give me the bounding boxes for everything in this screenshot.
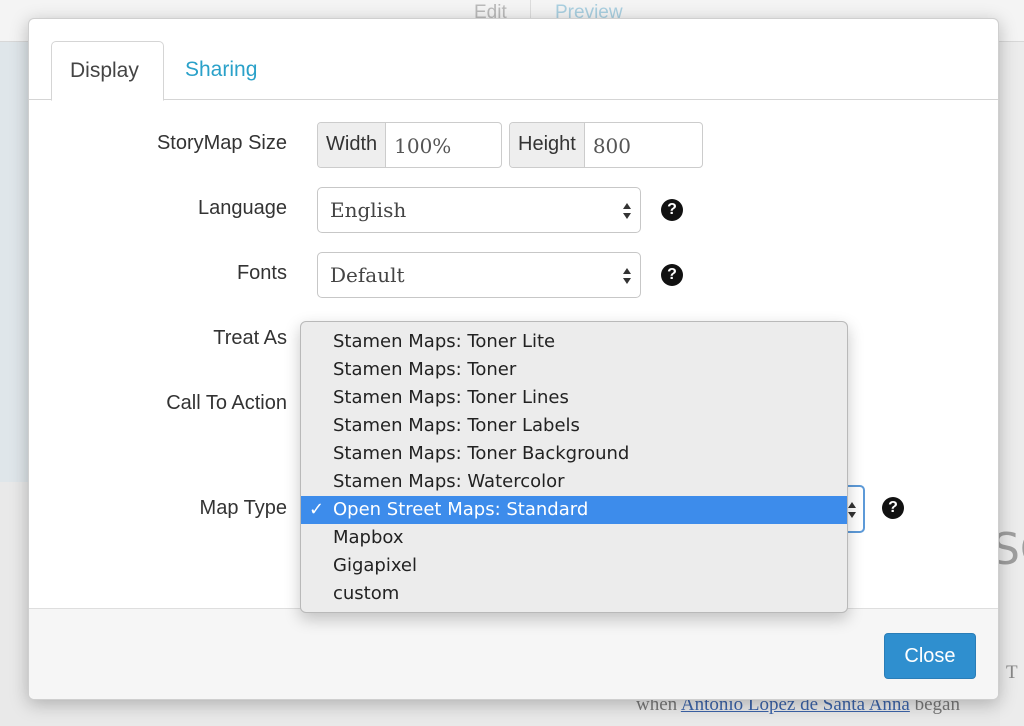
check-icon: ✓ bbox=[309, 499, 325, 520]
background-panel bbox=[1000, 42, 1024, 726]
fonts-label: Fonts bbox=[236, 262, 287, 284]
language-help-icon[interactable]: ? bbox=[661, 199, 683, 221]
option-label: Stamen Maps: Toner Lite bbox=[333, 331, 556, 352]
map-type-dropdown: Stamen Maps: Toner Lite Stamen Maps: Ton… bbox=[300, 321, 848, 613]
option-label: Stamen Maps: Toner Labels bbox=[333, 415, 580, 436]
option-label: Stamen Maps: Toner Background bbox=[333, 443, 630, 464]
map-type-option[interactable]: Stamen Maps: Toner bbox=[301, 356, 847, 384]
background-text-fragment: T bbox=[1006, 662, 1018, 683]
tab-sharing[interactable]: Sharing bbox=[167, 41, 275, 101]
storymap-size-label: StoryMap Size bbox=[156, 132, 287, 154]
height-input[interactable]: 800 bbox=[585, 123, 639, 167]
treat-as-label: Treat As bbox=[213, 327, 287, 349]
map-type-option[interactable]: Stamen Maps: Toner Lite bbox=[301, 328, 847, 356]
modal-tabs: Display Sharing bbox=[29, 19, 998, 101]
map-type-help-icon[interactable]: ? bbox=[882, 497, 904, 519]
height-addon: Height bbox=[510, 123, 585, 167]
width-input-group: Width 100% bbox=[317, 122, 502, 168]
map-type-option-selected[interactable]: ✓ Open Street Maps: Standard bbox=[301, 496, 847, 524]
fonts-value: Default bbox=[330, 263, 405, 287]
map-type-label: Map Type bbox=[199, 497, 287, 519]
width-input[interactable]: 100% bbox=[386, 123, 459, 167]
fonts-help-icon[interactable]: ? bbox=[661, 264, 683, 286]
select-arrows-icon bbox=[623, 268, 631, 284]
modal-footer bbox=[29, 608, 998, 699]
call-to-action-label: Call To Action bbox=[166, 392, 287, 414]
height-input-group: Height 800 bbox=[509, 122, 703, 168]
option-label: custom bbox=[333, 583, 400, 604]
option-label: Gigapixel bbox=[333, 555, 418, 576]
option-label: Stamen Maps: Toner Lines bbox=[333, 387, 569, 408]
map-type-option[interactable]: Gigapixel bbox=[301, 552, 847, 580]
tab-display[interactable]: Display bbox=[51, 41, 164, 101]
map-type-option[interactable]: Stamen Maps: Toner Labels bbox=[301, 412, 847, 440]
map-type-option[interactable]: custom bbox=[301, 580, 847, 608]
map-type-option[interactable]: Mapbox bbox=[301, 524, 847, 552]
map-type-option[interactable]: Stamen Maps: Toner Background bbox=[301, 440, 847, 468]
option-label: Open Street Maps: Standard bbox=[333, 499, 589, 520]
close-button[interactable]: Close bbox=[884, 633, 976, 679]
language-value: English bbox=[330, 198, 407, 222]
language-label: Language bbox=[198, 197, 287, 219]
language-select[interactable]: English bbox=[317, 187, 641, 233]
option-label: Mapbox bbox=[333, 527, 404, 548]
width-addon: Width bbox=[318, 123, 387, 167]
select-arrows-icon bbox=[623, 203, 631, 219]
select-arrows-icon bbox=[848, 502, 856, 518]
option-label: Stamen Maps: Toner bbox=[333, 359, 517, 380]
map-type-option[interactable]: Stamen Maps: Watercolor bbox=[301, 468, 847, 496]
map-type-option[interactable]: Stamen Maps: Toner Lines bbox=[301, 384, 847, 412]
background-map bbox=[0, 42, 30, 482]
fonts-select[interactable]: Default bbox=[317, 252, 641, 298]
option-label: Stamen Maps: Watercolor bbox=[333, 471, 565, 492]
